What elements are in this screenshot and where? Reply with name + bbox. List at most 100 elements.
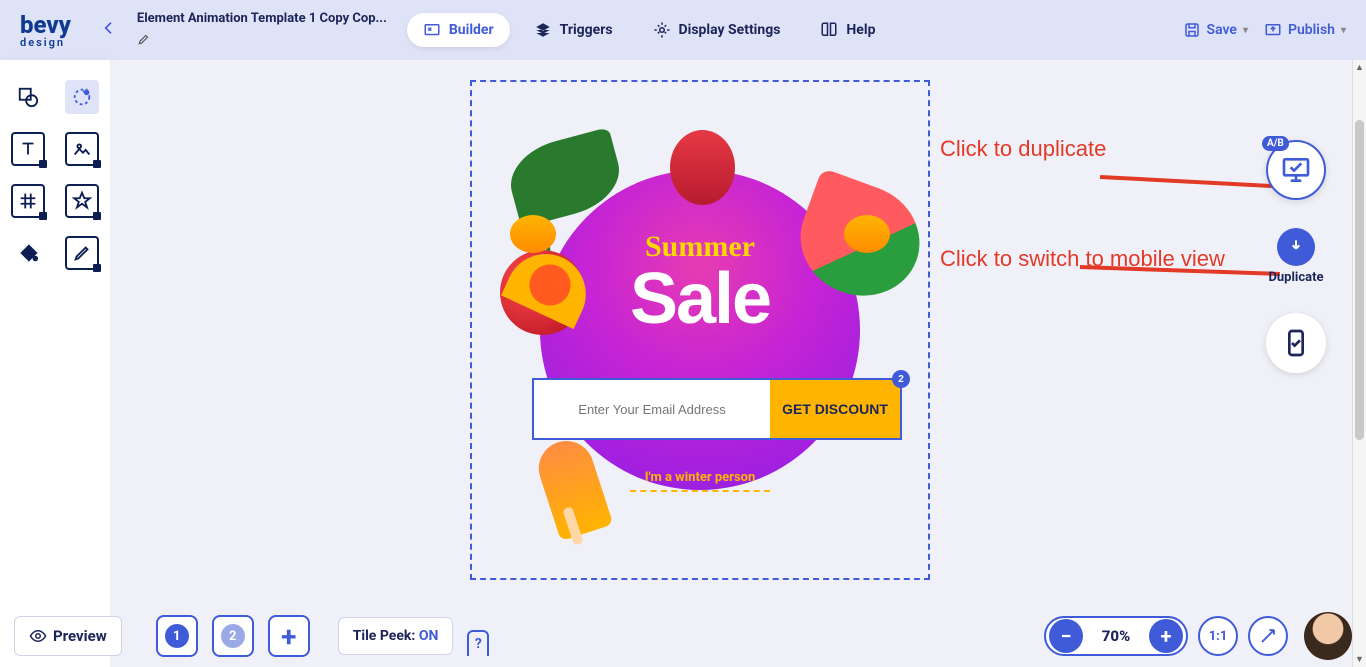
text-icon — [17, 138, 39, 160]
popup-selection-frame[interactable]: Summer Sale GET DISCOUNT 2 I'm a winter … — [470, 80, 930, 580]
fill-tool[interactable] — [11, 236, 45, 270]
tab-display-label: Display Settings — [679, 22, 781, 38]
tab-builder[interactable]: Builder — [407, 13, 510, 47]
fit-label: 1:1 — [1209, 629, 1228, 644]
page-2-label: 2 — [221, 624, 245, 648]
add-page-button[interactable]: + — [268, 615, 310, 657]
edit-title-icon[interactable] — [137, 32, 387, 50]
tile-peek-state: ON — [419, 628, 439, 644]
chevron-left-icon — [101, 20, 117, 36]
layers-icon — [534, 21, 552, 39]
favorite-tool[interactable] — [65, 184, 99, 218]
strawberry-icon — [670, 130, 735, 205]
canvas-area[interactable]: Summer Sale GET DISCOUNT 2 I'm a winter … — [110, 60, 1366, 667]
tool-rail — [0, 60, 110, 667]
bottom-right-controls: − 70% + 1:1 — [1044, 612, 1352, 660]
tab-display-settings[interactable]: Display Settings — [637, 13, 797, 47]
winter-link[interactable]: I'm a winter person — [510, 470, 890, 485]
download-arrow-icon — [1286, 237, 1306, 257]
top-nav: Builder Triggers Display Settings Help — [407, 13, 892, 47]
question-icon: ? — [475, 636, 482, 652]
ab-badge: A/B — [1262, 136, 1289, 151]
template-title-block: Element Animation Template 1 Copy Cop... — [137, 11, 387, 50]
brand-tag: design — [20, 37, 71, 48]
text-tool[interactable] — [11, 132, 45, 166]
image-icon — [71, 138, 93, 160]
desktop-view-button[interactable]: A/B — [1266, 140, 1326, 200]
edit-tool[interactable] — [65, 236, 99, 270]
brand-name: bevy — [20, 11, 71, 39]
pencil-icon — [71, 242, 93, 264]
tab-help-label: Help — [846, 22, 875, 38]
gear-icon — [653, 21, 671, 39]
summer-sale-graphic: Summer Sale GET DISCOUNT 2 I'm a winter … — [510, 140, 890, 520]
animation-icon — [71, 86, 93, 108]
builder-icon — [423, 21, 441, 39]
book-icon — [820, 21, 838, 39]
back-button[interactable] — [101, 20, 117, 41]
annotation-duplicate: Click to duplicate — [940, 135, 1106, 164]
scroll-thumb[interactable] — [1355, 120, 1364, 440]
page-1[interactable]: 1 — [156, 615, 198, 657]
fit-button[interactable]: 1:1 — [1198, 616, 1238, 656]
shapes-tool[interactable] — [11, 80, 45, 114]
caret-down-icon: ▾ — [1243, 25, 1248, 36]
plus-icon: + — [281, 620, 296, 653]
email-input[interactable] — [534, 380, 770, 438]
annotation-line-1 — [1100, 175, 1280, 188]
desktop-check-icon — [1280, 154, 1312, 186]
vertical-scrollbar[interactable]: ▲ ▼ — [1352, 60, 1366, 667]
publish-icon — [1264, 21, 1282, 39]
preview-button[interactable]: Preview — [14, 616, 122, 656]
brand-logo[interactable]: bevy design — [20, 13, 71, 48]
help-bubble[interactable]: ? — [467, 630, 489, 656]
tab-help[interactable]: Help — [804, 13, 891, 47]
zoom-in-button[interactable]: + — [1149, 619, 1183, 653]
top-right-actions: Save ▾ Publish ▾ — [1183, 21, 1346, 39]
user-avatar[interactable] — [1304, 612, 1352, 660]
grid-icon — [17, 190, 39, 212]
bottom-bar: Preview 1 2 + Tile Peek: ON ? − 70% + 1:… — [0, 605, 1366, 667]
duplicate-label: Duplicate — [1268, 270, 1323, 285]
mobile-view-button[interactable] — [1266, 313, 1326, 373]
animation-tool[interactable] — [65, 80, 99, 114]
tile-peek-label: Tile Peek: — [353, 628, 419, 644]
get-discount-button[interactable]: GET DISCOUNT 2 — [770, 380, 900, 438]
mobile-check-icon — [1280, 327, 1312, 359]
section-tool[interactable] — [11, 184, 45, 218]
cta-badge: 2 — [892, 370, 910, 388]
bucket-icon — [17, 242, 39, 264]
device-buttons: A/B Duplicate — [1266, 140, 1326, 373]
duplicate-button-wrap: Duplicate — [1268, 228, 1323, 285]
caret-down-icon: ▾ — [1341, 25, 1346, 36]
zoom-control: − 70% + — [1044, 616, 1188, 656]
publish-label: Publish — [1288, 22, 1335, 38]
tile-peek-toggle[interactable]: Tile Peek: ON — [338, 617, 454, 655]
cta-label: GET DISCOUNT — [782, 401, 888, 417]
tab-builder-label: Builder — [449, 22, 494, 38]
winter-underline — [630, 490, 770, 492]
save-icon — [1183, 21, 1201, 39]
tab-triggers-label: Triggers — [560, 22, 613, 38]
sale-heading[interactable]: Sale — [510, 258, 890, 340]
fullscreen-button[interactable] — [1248, 616, 1288, 656]
page-2[interactable]: 2 — [212, 615, 254, 657]
duplicate-button[interactable] — [1277, 228, 1315, 266]
shapes-icon — [17, 86, 39, 108]
save-label: Save — [1207, 22, 1237, 38]
image-tool[interactable] — [65, 132, 99, 166]
eye-icon — [29, 627, 47, 645]
app-root: bevy design Element Animation Template 1… — [0, 0, 1366, 667]
publish-button[interactable]: Publish ▾ — [1264, 21, 1346, 39]
top-bar: bevy design Element Animation Template 1… — [0, 0, 1366, 60]
scroll-up-icon[interactable]: ▲ — [1353, 62, 1366, 73]
zoom-value: 70% — [1086, 627, 1146, 645]
save-button[interactable]: Save ▾ — [1183, 21, 1248, 39]
page-switcher: 1 2 + — [156, 615, 310, 657]
preview-label: Preview — [53, 627, 107, 645]
zoom-out-button[interactable]: − — [1049, 619, 1083, 653]
expand-icon — [1259, 627, 1277, 645]
tab-triggers[interactable]: Triggers — [518, 13, 629, 47]
star-icon — [71, 190, 93, 212]
email-capture-row: GET DISCOUNT 2 — [532, 378, 902, 440]
